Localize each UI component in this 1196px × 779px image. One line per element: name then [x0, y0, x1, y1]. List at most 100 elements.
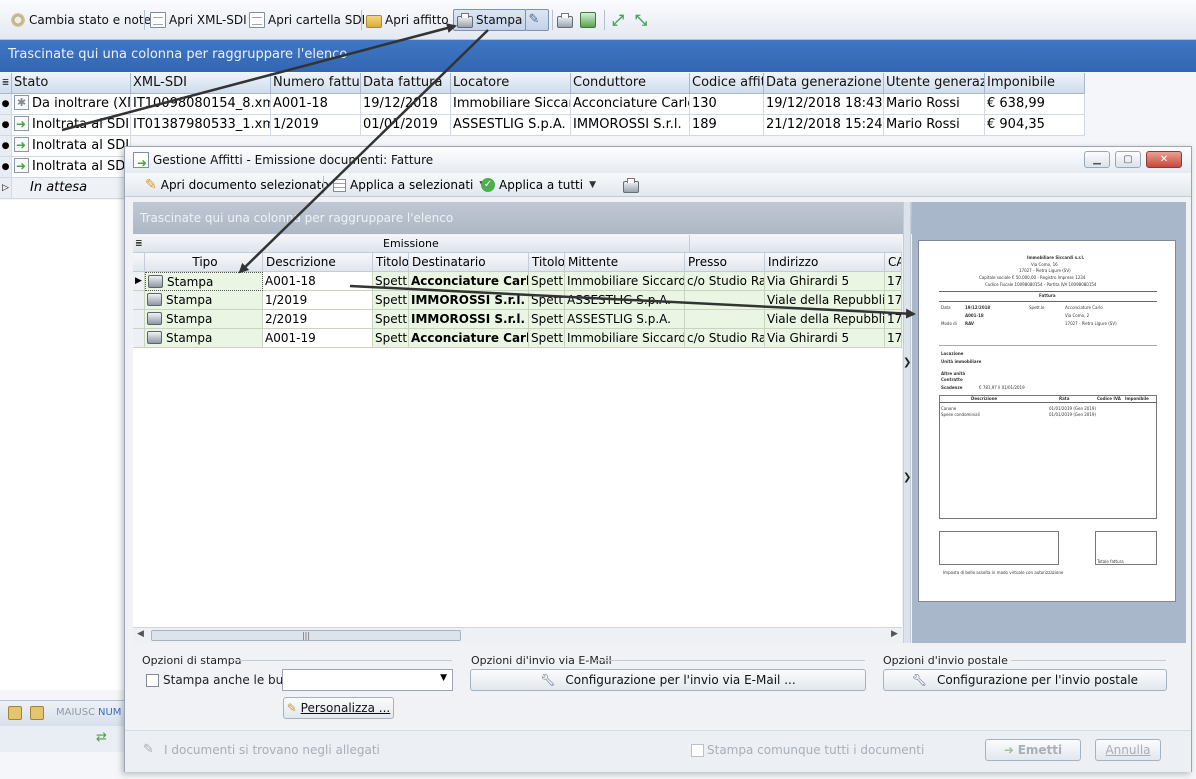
row-indicator: ● [0, 136, 12, 157]
open-rental-button[interactable]: Apri affitto [366, 9, 452, 31]
close-button[interactable]: ✕ [1146, 151, 1182, 168]
column-header[interactable]: Codice affitto [690, 73, 764, 94]
customize-button[interactable]: ✎ Personalizza ... [283, 697, 394, 719]
table-row[interactable]: ● Da inoltrare (XML IT10098080154_8.xml … [0, 94, 1085, 115]
collapse-right-icon[interactable]: ❯ [903, 472, 911, 483]
group-by-bar[interactable]: Trascinate qui una colonna per raggruppa… [0, 40, 1196, 72]
scroll-left-icon[interactable]: ◀ [137, 629, 144, 639]
print-preview-button[interactable] [623, 175, 639, 195]
postal-config-button[interactable]: 🔧︎ Configurazione per l'invio postale [883, 669, 1167, 691]
collapse-all-button[interactable]: ⤡ [633, 9, 652, 31]
change-status-button[interactable]: Cambia stato e note [10, 9, 154, 31]
column-header[interactable]: Presso [685, 253, 765, 272]
tenant-cell: IMMOROSSI S.r.l. [571, 115, 690, 136]
table-row[interactable]: ● Inoltrata al SDI [0, 136, 131, 157]
refresh-icon[interactable]: ⇄ [96, 730, 107, 745]
type-cell: Stampa [145, 310, 263, 329]
generation-date-cell: 19/12/2018 18:43:2 [764, 94, 884, 115]
column-header[interactable]: Stato [12, 73, 131, 94]
minimize-button[interactable]: ▁ [1084, 151, 1110, 168]
column-header[interactable]: Locatore [451, 73, 571, 94]
printer-icon [148, 275, 163, 288]
preview-title: Fattura [1039, 293, 1056, 298]
expand-all-button[interactable]: ⤢ [610, 9, 629, 31]
column-header[interactable]: Destinatario [409, 253, 529, 272]
print-list-button[interactable] [557, 9, 576, 31]
column-header[interactable]: Numero fattura [271, 73, 361, 94]
collapse-right-icon[interactable]: ❯ [903, 357, 911, 368]
xml-cell: IT01387980533_1.xml [131, 115, 271, 136]
expand-group-icon[interactable]: ▷ [0, 178, 12, 199]
attachment-pencil-icon: ✎ [143, 742, 154, 757]
main-status-bar: MAIUSC NUM [0, 700, 125, 726]
email-config-button[interactable]: 🔧︎ Configurazione per l'invio via E-Mail… [470, 669, 866, 691]
open-xml-sdi-button[interactable]: Apri XML-SDI [150, 9, 250, 31]
invoice-preview-page[interactable]: Immobiliare Siccardi s.r.l. Via Como, 16… [918, 240, 1176, 602]
settings-key-button[interactable]: ✎ [525, 9, 549, 31]
care-of-cell [685, 291, 765, 310]
column-header[interactable]: Data generazione [764, 73, 884, 94]
preview-text: Imposta di bollo assolta in modo virtual… [943, 570, 1064, 575]
emit-button[interactable]: ➜ Emetti [985, 739, 1081, 761]
column-header[interactable]: Data fattura [361, 73, 451, 94]
preview-text: Via Como, 16 [1031, 262, 1058, 267]
column-header[interactable]: Indirizzo [765, 253, 885, 272]
address-cell: Viale della Repubblica 71 [765, 310, 885, 329]
table-row[interactable]: ● Inoltrata al SDI [0, 157, 131, 178]
sender-title-cell: Spett.l [529, 310, 565, 329]
documents-grid-header: Tipo Descrizione Titolo d Destinatario T… [133, 253, 902, 272]
main-status-bar-2: ⇄ [0, 726, 125, 752]
column-chooser-icon[interactable]: ≣ [135, 235, 143, 253]
invoice-number-cell: 1/2019 [271, 115, 361, 136]
table-row[interactable]: ▶ Stampa A001-18 Spett.l Acconciature Ca… [133, 272, 902, 291]
column-header[interactable]: Imponibile [985, 73, 1085, 94]
print-button[interactable]: Stampa [453, 9, 527, 31]
current-row-icon: ▶ [133, 272, 145, 291]
table-row[interactable]: Stampa 1/2019 Spett.l IMMOROSSI S.r.l. S… [133, 291, 902, 310]
zip-cell: 17 [885, 329, 902, 348]
column-header[interactable]: CA [885, 253, 902, 272]
scrollbar-thumb[interactable]: ||| [151, 630, 461, 641]
printer-icon [557, 12, 573, 28]
column-header[interactable]: Utente generazione [884, 73, 985, 94]
print-all-checkbox[interactable] [691, 744, 704, 757]
column-header[interactable]: Tipo [145, 253, 263, 272]
scroll-right-icon[interactable]: ▶ [891, 629, 898, 639]
column-header[interactable]: Descrizione [263, 253, 373, 272]
print-envelopes-checkbox[interactable] [146, 674, 159, 687]
apply-to-selected-dropdown[interactable]: Applica a selezionati ▼ [333, 175, 486, 195]
zip-cell: 17 [885, 291, 902, 310]
printer-icon [147, 331, 162, 344]
cancel-button[interactable]: Annulla [1095, 739, 1161, 761]
column-header[interactable]: Titolo d [373, 253, 409, 272]
group-row[interactable]: ▷ In attesa [0, 178, 131, 199]
column-header[interactable]: Mittente [565, 253, 685, 272]
horizontal-scrollbar[interactable]: ◀ ||| ▶ [133, 627, 902, 643]
preview-splitter[interactable]: ❯ ❯ [903, 202, 911, 643]
column-header[interactable]: XML-SDI [131, 73, 271, 94]
open-sdi-folder-button[interactable]: Apri cartella SDI [249, 9, 368, 31]
sender-cell: Immobiliare Siccardi s.r.l [565, 272, 685, 291]
export-excel-button[interactable] [580, 9, 599, 31]
sender-title-cell: Spett.l [529, 272, 565, 291]
table-row[interactable]: Stampa A001-19 Spett.l Acconciature Carl… [133, 329, 902, 348]
status-cell: Inoltrata al SDI [12, 136, 131, 157]
user-cell: Mario Rossi [884, 115, 985, 136]
section-divider [1011, 660, 1166, 661]
column-header[interactable]: Titolo M [529, 253, 565, 272]
column-chooser-icon[interactable]: ≣ [0, 73, 12, 94]
envelope-format-select[interactable]: ▼ [282, 669, 453, 691]
maximize-button[interactable]: ▢ [1115, 151, 1141, 168]
preview-col-vat: Codice IVA [1097, 396, 1121, 401]
apply-to-all-dropdown[interactable]: ✓ Applica a tutti ▼ [481, 175, 596, 195]
open-selected-document-button[interactable]: ✎ Apri documento selezionato [145, 175, 329, 195]
table-row[interactable]: ● Inoltrata al SDI IT01387980533_1.xml 1… [0, 115, 1085, 136]
dialog-footer: ✎ I documenti si trovano negli allegati … [125, 730, 1191, 772]
preview-text: Locazione [941, 351, 964, 356]
dialog-title-bar[interactable]: ➜ Gestione Affitti - Emissione documenti… [125, 147, 1191, 173]
table-row[interactable]: Stampa 2/2019 Spett.l IMMOROSSI S.r.l. S… [133, 310, 902, 329]
dialog-group-by-bar[interactable]: Trascinate qui una colonna per raggruppa… [133, 202, 1031, 234]
band-emission-label: Emissione [383, 237, 439, 250]
preview-text: Capitale sociale € 50.000,00 - Registro … [979, 275, 1086, 280]
column-header[interactable]: Conduttore [571, 73, 690, 94]
